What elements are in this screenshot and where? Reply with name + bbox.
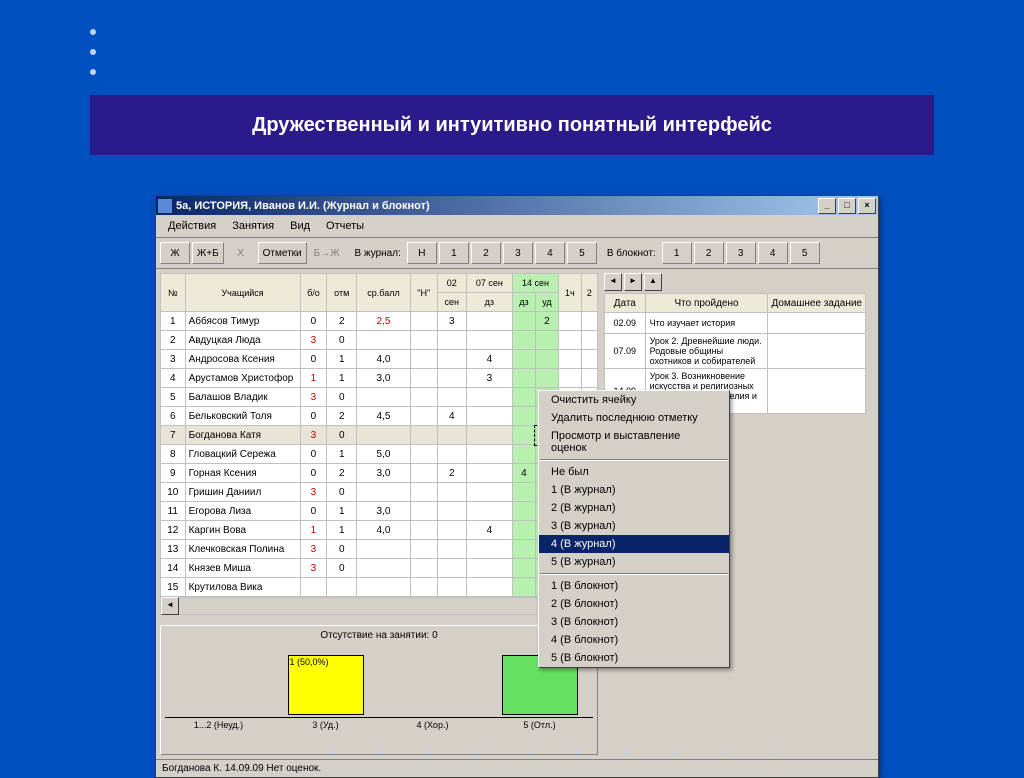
menubar: Действия Занятия Вид Отчеты (156, 215, 878, 238)
context-menu-item[interactable]: 5 (В блокнот) (539, 649, 729, 667)
context-menu-item[interactable]: 2 (В блокнот) (539, 595, 729, 613)
col-hw[interactable]: Домашнее задание (768, 294, 866, 313)
notebook-3[interactable]: 3 (726, 242, 756, 264)
bj-button[interactable]: Б→Ж (309, 242, 345, 264)
app-window: 5а, ИСТОРИЯ, Иванов И.И. (Журнал и блокн… (155, 195, 879, 778)
prev-date-icon[interactable]: ◄ (604, 273, 622, 291)
table-row[interactable]: 9Горная Ксения023,024 (161, 464, 598, 483)
window-title: 5а, ИСТОРИЯ, Иванов И.И. (Журнал и блокн… (176, 200, 430, 212)
slide-bullets (90, 15, 96, 89)
menu-actions[interactable]: Действия (160, 218, 224, 234)
table-row[interactable]: 02.09Что изучает история (605, 313, 866, 334)
notebook-label: В блокнот: (599, 248, 660, 259)
menu-reports[interactable]: Отчеты (318, 218, 372, 234)
context-menu-item[interactable]: 5 (В журнал) (539, 553, 729, 571)
context-menu-item[interactable]: Очистить ячейку (539, 391, 729, 409)
table-row[interactable]: 7Богданова Катя30 (161, 426, 598, 445)
notebook-4[interactable]: 4 (758, 242, 788, 264)
table-row[interactable]: 1Аббясов Тимур022,532 (161, 312, 598, 331)
notebook-5[interactable]: 5 (790, 242, 820, 264)
col-topic[interactable]: Что пройдено (645, 294, 768, 313)
grid-hscroll[interactable]: ◄ ► (160, 597, 598, 615)
context-menu-item[interactable]: Просмотр и выставление оценок (539, 427, 729, 457)
col-d1[interactable]: 02 (437, 274, 466, 293)
menu-view[interactable]: Вид (282, 218, 318, 234)
col-date[interactable]: Дата (605, 294, 646, 313)
journal-n[interactable]: Н (407, 242, 437, 264)
context-menu-item[interactable]: Не был (539, 463, 729, 481)
notebook-2[interactable]: 2 (694, 242, 724, 264)
stats-axis: 1...2 (Неуд.) 3 (Уд.) 4 (Хор.) 5 (Отл.) (165, 717, 593, 730)
toolbar: Ж Ж+Б X Отметки Б→Ж В журнал: Н 1 2 3 4 … (156, 238, 878, 269)
table-row[interactable]: 3Андросова Ксения014,04 (161, 350, 598, 369)
context-menu-item[interactable]: 1 (В блокнот) (539, 577, 729, 595)
table-row[interactable]: 4Арустамов Христофор113,03 (161, 369, 598, 388)
stats-bar-3: 1 (50,0%) (288, 655, 364, 715)
stats-title: Отсутствие на занятии: 0 (165, 630, 593, 641)
app-icon (158, 199, 172, 213)
statusbar: Богданова К. 14.09.09 Нет оценок. (156, 759, 878, 777)
maximize-button[interactable]: □ (838, 198, 856, 214)
journal-4[interactable]: 4 (535, 242, 565, 264)
table-row[interactable]: 13Клечковская Полина30 (161, 540, 598, 559)
journal-5[interactable]: 5 (567, 242, 597, 264)
col-1ch[interactable]: 1ч (559, 274, 582, 312)
table-row[interactable]: 5Балашов Владик30 (161, 388, 598, 407)
col-avg[interactable]: ср.балл (357, 274, 411, 312)
table-row[interactable]: 10Гришин Даниил30 (161, 483, 598, 502)
col-d2s[interactable]: дз (466, 293, 512, 312)
slide-title: Дружественный и интуитивно понятный инте… (90, 95, 934, 155)
col-d3a[interactable]: дз (512, 293, 535, 312)
table-row[interactable]: 12Каргин Вова114,04 (161, 521, 598, 540)
marks-button[interactable]: Отметки (258, 242, 307, 264)
students-grid[interactable]: № Учащийся б/о отм ср.балл "Н" 02 07 сен… (160, 273, 598, 597)
col-d2[interactable]: 07 сен (466, 274, 512, 293)
context-menu-item[interactable]: 1 (В журнал) (539, 481, 729, 499)
table-row[interactable]: 14Князев Миша30 (161, 559, 598, 578)
slide-dots (330, 750, 775, 754)
table-row[interactable]: 6Бельковский Толя024,545 (161, 407, 598, 426)
notebook-1[interactable]: 1 (662, 242, 692, 264)
context-menu-item[interactable]: 3 (В блокнот) (539, 613, 729, 631)
col-num[interactable]: № (161, 274, 186, 312)
journal-3[interactable]: 3 (503, 242, 533, 264)
stats-panel: Отсутствие на занятии: 0 1 (50,0%) 1...2… (160, 625, 598, 755)
table-row[interactable]: 2Авдуцкая Люда30 (161, 331, 598, 350)
col-bo[interactable]: б/о (300, 274, 327, 312)
context-menu-item[interactable]: 2 (В журнал) (539, 499, 729, 517)
table-row[interactable]: 8Гловацкий Сережа015,05 (161, 445, 598, 464)
close-button[interactable]: × (858, 198, 876, 214)
menu-lessons[interactable]: Занятия (224, 218, 282, 234)
scroll-left-icon[interactable]: ◄ (161, 597, 179, 615)
minimize-button[interactable]: _ (818, 198, 836, 214)
x-button[interactable]: X (226, 242, 256, 264)
mode-j-button[interactable]: Ж (160, 242, 190, 264)
col-otm[interactable]: отм (327, 274, 357, 312)
table-row[interactable]: 07.09Урок 2. Древнейшие люди. Родовые об… (605, 334, 866, 369)
table-row[interactable]: 15Крутилова Вика (161, 578, 598, 597)
titlebar[interactable]: 5а, ИСТОРИЯ, Иванов И.И. (Журнал и блокн… (156, 196, 878, 215)
table-row[interactable]: 11Егорова Лиза013,0 (161, 502, 598, 521)
col-d3[interactable]: 14 сен (512, 274, 558, 293)
journal-label: В журнал: (346, 248, 404, 259)
col-d1s[interactable]: сен (437, 293, 466, 312)
col-2[interactable]: 2 (581, 274, 597, 312)
mode-jb-button[interactable]: Ж+Б (192, 242, 224, 264)
journal-2[interactable]: 2 (471, 242, 501, 264)
context-menu: Очистить ячейкуУдалить последнюю отметку… (538, 390, 730, 668)
col-d3b[interactable]: уд (535, 293, 558, 312)
context-menu-item[interactable]: 4 (В журнал) (539, 535, 729, 553)
context-menu-item[interactable]: Удалить последнюю отметку (539, 409, 729, 427)
context-menu-item[interactable]: 4 (В блокнот) (539, 631, 729, 649)
next-date-icon[interactable]: ► (624, 273, 642, 291)
context-menu-item[interactable]: 3 (В журнал) (539, 517, 729, 535)
journal-1[interactable]: 1 (439, 242, 469, 264)
up-icon[interactable]: ▲ (644, 273, 662, 291)
col-student[interactable]: Учащийся (185, 274, 300, 312)
col-h[interactable]: "Н" (410, 274, 437, 312)
